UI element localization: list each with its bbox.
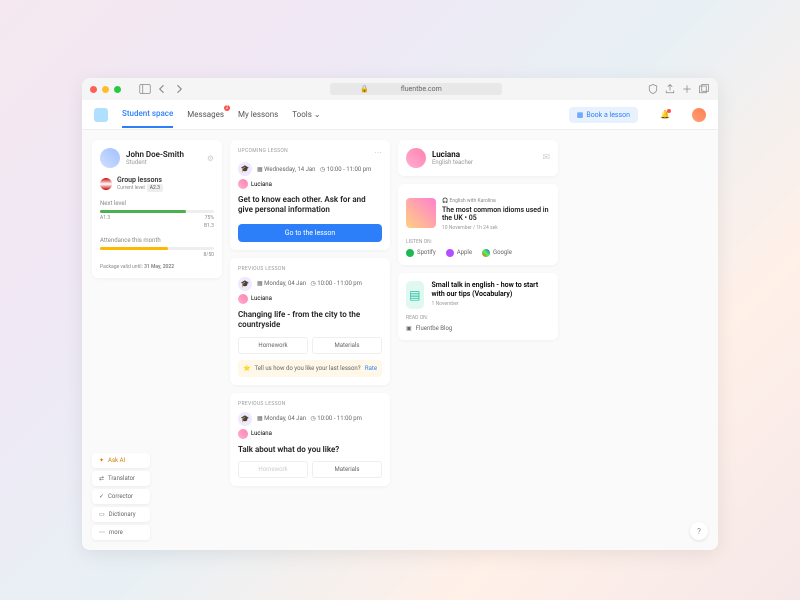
current-level-label: Current levelA2.3 — [117, 184, 163, 192]
sparkle-icon: ✦ — [99, 457, 104, 464]
minimize-dot[interactable] — [102, 86, 109, 93]
lesson-type-icon: 🎓 — [238, 162, 252, 176]
tutor-avatar-sm — [238, 179, 248, 189]
profile-name: John Doe-Smith — [126, 150, 184, 159]
share-icon[interactable] — [664, 83, 676, 95]
headphones-icon: 🎧 — [442, 198, 448, 204]
mail-icon[interactable]: ✉ — [542, 153, 550, 163]
upcoming-title: Get to know each other. Ask for and give… — [238, 195, 382, 216]
flag-icon — [100, 178, 112, 190]
apple-icon — [446, 249, 454, 257]
previous-lesson-card-1: PREVIOUS LESSON 🎓▦ Monday, 04 Jan ◷ 10:0… — [230, 258, 390, 385]
check-icon: ✓ — [99, 493, 104, 500]
tab-messages[interactable]: Messages2 — [187, 102, 224, 127]
article-icon: ▤ — [406, 281, 424, 309]
upcoming-tag: UPCOMING LESSON — [238, 148, 288, 157]
podcast-thumbnail — [406, 198, 436, 228]
listen-apple[interactable]: Apple — [446, 249, 472, 257]
previous-lesson-card-2: PREVIOUS LESSON 🎓▦ Monday, 04 Jan ◷ 10:0… — [230, 393, 390, 486]
homework-button-disabled: Homework — [238, 461, 308, 478]
listen-google[interactable]: Google — [482, 249, 512, 257]
next-level-label: Next level — [100, 200, 214, 207]
tab-my-lessons[interactable]: My lessons — [238, 102, 278, 127]
materials-button[interactable]: Materials — [312, 461, 382, 478]
listen-spotify[interactable]: Spotify — [406, 249, 436, 257]
top-nav: Student space Messages2 My lessons Tools… — [82, 100, 718, 130]
messages-badge: 2 — [224, 105, 230, 111]
tool-ask-ai[interactable]: ✦Ask AI — [92, 453, 150, 468]
materials-button[interactable]: Materials — [312, 337, 382, 354]
prev1-title: Changing life - from the city to the cou… — [238, 310, 382, 331]
url-bar[interactable]: 🔒 fluentbe.com — [190, 83, 642, 95]
tutor-avatar-sm — [238, 294, 248, 304]
shield-icon[interactable] — [647, 83, 659, 95]
blog-link[interactable]: ▣Fluentbe Blog — [406, 325, 550, 332]
help-button[interactable]: ? — [690, 522, 708, 540]
calendar-icon: ▦ — [257, 280, 263, 287]
spotify-icon — [406, 249, 414, 257]
back-icon[interactable] — [156, 83, 168, 95]
attendance-label: Attendance this month — [100, 237, 214, 244]
titlebar: 🔒 fluentbe.com — [82, 78, 718, 100]
blog-title: Small talk in english - how to start wit… — [432, 281, 550, 299]
rate-button[interactable]: Rate — [365, 365, 377, 372]
close-dot[interactable] — [90, 86, 97, 93]
podcast-title: The most common idioms used in the UK • … — [442, 206, 550, 223]
calendar-icon: ▦ — [257, 415, 263, 422]
more-icon: ⋯ — [99, 529, 105, 536]
blog-card: ▤ Small talk in english - how to start w… — [398, 273, 558, 340]
tab-student-space[interactable]: Student space — [122, 101, 173, 128]
clock-icon: ◷ — [320, 166, 325, 173]
tool-translator[interactable]: ⇄Translator — [92, 471, 150, 486]
notifications-icon[interactable]: 🔔 — [660, 110, 670, 120]
tool-corrector[interactable]: ✓Corrector — [92, 489, 150, 504]
podcast-card: 🎧 English with Karolina The most common … — [398, 184, 558, 265]
google-icon — [482, 249, 490, 257]
maximize-dot[interactable] — [114, 86, 121, 93]
blog-icon: ▣ — [406, 325, 412, 332]
profile-card: John Doe-SmithStudent ⚙ Group lessonsCur… — [92, 140, 222, 278]
lesson-type-icon: 🎓 — [238, 277, 252, 291]
calendar-icon: ▦ — [577, 111, 584, 119]
chevron-down-icon: ⌄ — [314, 110, 321, 119]
floating-tools: ✦Ask AI ⇄Translator ✓Corrector ▭Dictiona… — [92, 453, 150, 540]
feedback-prompt: ⭐Tell us how do you like your last lesso… — [238, 360, 382, 377]
more-icon[interactable]: ⋯ — [374, 148, 382, 157]
app-window: 🔒 fluentbe.com Student space Messages2 M… — [82, 78, 718, 550]
lesson-type-icon: 🎓 — [238, 412, 252, 426]
content: John Doe-SmithStudent ⚙ Group lessonsCur… — [82, 130, 718, 550]
logo[interactable] — [94, 108, 108, 122]
translate-icon: ⇄ — [99, 475, 104, 482]
user-avatar[interactable] — [692, 108, 706, 122]
tool-more[interactable]: ⋯more — [92, 525, 150, 540]
book-lesson-button[interactable]: ▦Book a lesson — [569, 107, 638, 123]
clock-icon: ◷ — [311, 280, 316, 287]
tutor-card: LucianaEnglish teacher✉ — [398, 140, 558, 176]
sidebar-toggle-icon[interactable] — [139, 83, 151, 95]
plus-icon[interactable] — [681, 83, 693, 95]
star-icon: ⭐ — [243, 365, 250, 372]
upcoming-lesson-card: UPCOMING LESSON⋯ 🎓▦ Wednesday, 14 Jan ◷ … — [230, 140, 390, 250]
tabs-icon[interactable] — [698, 83, 710, 95]
tool-dictionary[interactable]: ▭Dictionary — [92, 507, 150, 522]
calendar-icon: ▦ — [257, 166, 263, 173]
tutor-avatar — [406, 148, 426, 168]
book-icon: ▭ — [99, 511, 105, 518]
forward-icon[interactable] — [173, 83, 185, 95]
clock-icon: ◷ — [311, 415, 316, 422]
attendance-bar — [100, 247, 214, 250]
profile-role: Student — [126, 159, 184, 166]
prev2-title: Talk about what do you like? — [238, 445, 382, 455]
gear-icon[interactable]: ⚙ — [207, 154, 214, 163]
tab-tools[interactable]: Tools ⌄ — [292, 102, 320, 127]
tutor-avatar-sm — [238, 429, 248, 439]
go-to-lesson-button[interactable]: Go to the lesson — [238, 224, 382, 242]
group-lessons-label: Group lessons — [117, 176, 163, 184]
homework-button[interactable]: Homework — [238, 337, 308, 354]
profile-avatar — [100, 148, 120, 168]
next-level-bar — [100, 210, 214, 213]
package-valid: Package valid until: 31 May, 2022 — [100, 264, 214, 270]
